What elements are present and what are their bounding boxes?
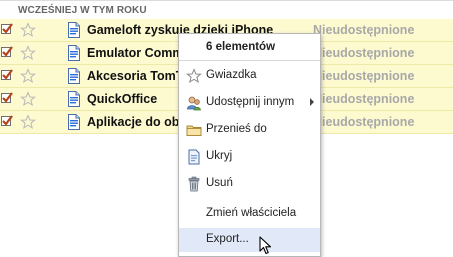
menu-item-move[interactable]: Przenieś do bbox=[179, 118, 320, 142]
file-title[interactable]: QuickOffice bbox=[87, 92, 157, 106]
menu-item-export[interactable]: Export... bbox=[179, 228, 320, 252]
sharing-status: Nieudostępnione bbox=[313, 115, 414, 129]
sharing-status: Nieudostępnione bbox=[313, 92, 414, 106]
section-title: WCZEŚNIEJ W TYM ROKU bbox=[18, 5, 147, 16]
sharing-status: Nieudostępnione bbox=[313, 23, 414, 37]
menu-item-label: Usuń bbox=[206, 177, 233, 189]
star-icon[interactable] bbox=[20, 45, 36, 61]
menu-item-label: Export... bbox=[206, 233, 249, 245]
hide-document-icon bbox=[186, 149, 202, 165]
submenu-arrow-icon bbox=[310, 98, 314, 106]
selection-count: 6 elementów bbox=[206, 41, 275, 53]
menu-item-change-owner[interactable]: Zmień właściciela bbox=[179, 202, 320, 226]
document-icon bbox=[67, 45, 81, 61]
row-checkbox[interactable] bbox=[1, 116, 11, 126]
menu-item-share[interactable]: Udostępnij innym bbox=[179, 91, 320, 115]
star-icon[interactable] bbox=[20, 22, 36, 38]
row-checkbox[interactable] bbox=[1, 70, 11, 80]
section-header: WCZEŚNIEJ W TYM ROKU bbox=[0, 0, 453, 19]
document-icon bbox=[67, 22, 81, 38]
menu-item-star[interactable]: Gwiazdka bbox=[179, 64, 320, 88]
file-title[interactable]: Akcesoria TomT bbox=[87, 69, 183, 83]
sharing-status: Nieudostępnione bbox=[313, 69, 414, 83]
star-icon[interactable] bbox=[20, 68, 36, 84]
star-icon bbox=[186, 68, 202, 84]
menu-item-label: Zmień właściciela bbox=[206, 207, 296, 219]
menu-item-hide[interactable]: Ukryj bbox=[179, 145, 320, 169]
document-icon bbox=[67, 114, 81, 130]
menu-item-label: Ukryj bbox=[206, 150, 232, 162]
file-title[interactable]: Aplikacje do obs bbox=[87, 115, 186, 129]
menu-item-label: Gwiazdka bbox=[206, 69, 257, 81]
mouse-cursor-icon bbox=[259, 236, 273, 255]
folder-icon bbox=[186, 122, 202, 138]
menu-item-label: Przenieś do bbox=[206, 123, 267, 135]
document-icon bbox=[67, 68, 81, 84]
row-checkbox[interactable] bbox=[1, 24, 11, 34]
menu-separator bbox=[179, 60, 320, 61]
context-menu: 6 elementów Gwiazdka Udostępnij innym Pr… bbox=[178, 33, 321, 257]
menu-item-delete[interactable]: Usuń bbox=[179, 172, 320, 196]
star-icon[interactable] bbox=[20, 91, 36, 107]
menu-item-label: Udostępnij innym bbox=[206, 96, 294, 108]
row-checkbox[interactable] bbox=[1, 47, 11, 57]
row-checkbox[interactable] bbox=[1, 93, 11, 103]
star-icon[interactable] bbox=[20, 114, 36, 130]
trash-icon bbox=[186, 176, 202, 192]
share-people-icon bbox=[186, 95, 202, 111]
document-icon bbox=[67, 91, 81, 107]
sharing-status: Nieudostępnione bbox=[313, 46, 414, 60]
file-title[interactable]: Emulator Comm bbox=[87, 46, 184, 60]
